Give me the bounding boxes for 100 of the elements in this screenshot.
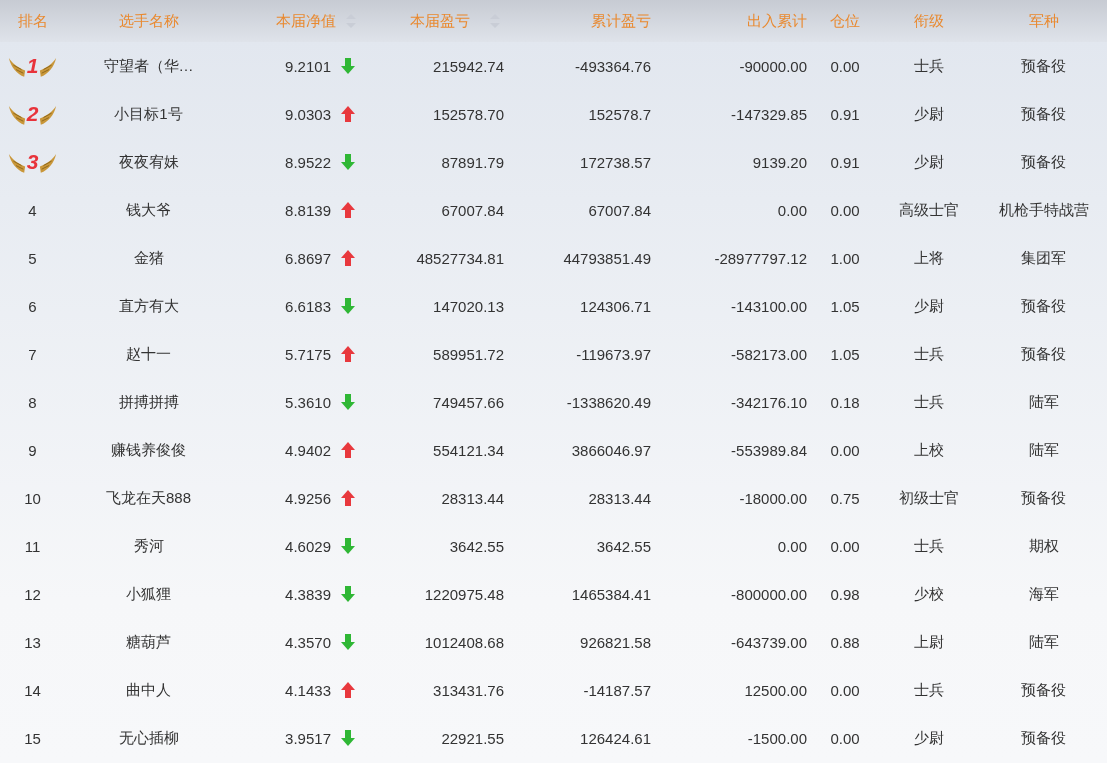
table-cell: 1.05	[830, 345, 860, 363]
table-cell: 1465384.41	[571, 585, 651, 603]
player-name[interactable]: 守望者（华…	[103, 56, 194, 76]
net-value: 6.6183	[285, 297, 331, 315]
table-cell: 554121.34	[433, 441, 504, 459]
player-name[interactable]: 无心插柳	[118, 728, 179, 748]
table-cell: -643739.00	[731, 633, 807, 651]
table-cell: 926821.58	[580, 633, 651, 651]
rank-number: 6	[28, 297, 37, 315]
table-cell: 0.75	[830, 489, 860, 507]
table-cell: -1500.00	[747, 729, 807, 747]
table-cell: 预备役	[1021, 728, 1066, 748]
table-cell: 士兵	[913, 680, 944, 700]
table-cell: 3642.55	[449, 537, 504, 555]
table-cell: 预备役	[1021, 104, 1066, 124]
table-cell: -493364.76	[575, 57, 651, 75]
player-name[interactable]: 直方有大	[118, 296, 179, 316]
net-value: 8.9522	[285, 153, 331, 171]
table-cell: 0.00	[830, 57, 860, 75]
table-cell: 0.00	[830, 729, 860, 747]
table-cell: 上尉	[913, 632, 944, 652]
table-cell: 28313.44	[441, 489, 504, 507]
table-cell: 44793851.49	[563, 249, 651, 267]
table-cell: 陆军	[1028, 392, 1059, 412]
table-cell: 126424.61	[580, 729, 651, 747]
table-cell: 152578.70	[433, 105, 504, 123]
table-cell: 期权	[1028, 536, 1059, 556]
table-cell: -18000.00	[739, 489, 807, 507]
table-cell: 少尉	[913, 728, 944, 748]
table-cell: -800000.00	[731, 585, 807, 603]
table-cell: 陆军	[1028, 632, 1059, 652]
net-value: 6.8697	[285, 249, 331, 267]
table-cell: 12500.00	[744, 681, 807, 699]
table-cell: 士兵	[913, 392, 944, 412]
net-value: 9.2101	[285, 57, 331, 75]
column-header: 选手名称	[118, 11, 179, 31]
player-name[interactable]: 赵十一	[126, 344, 171, 364]
player-name[interactable]: 小狐狸	[126, 584, 171, 604]
table-cell: 0.00	[830, 537, 860, 555]
rank-number: 1	[26, 54, 39, 78]
column-header: 仓位	[830, 11, 860, 31]
net-value: 9.0303	[285, 105, 331, 123]
rank-number: 9	[28, 441, 37, 459]
table-cell: 0.00	[830, 201, 860, 219]
rank-number: 13	[24, 633, 41, 651]
net-value: 4.3570	[285, 633, 331, 651]
table-cell: 初级士官	[898, 488, 959, 508]
table-cell: 28313.44	[588, 489, 651, 507]
player-name[interactable]: 夜夜宥妹	[118, 152, 179, 172]
table-cell: 67007.84	[588, 201, 651, 219]
table-cell: 0.91	[830, 153, 860, 171]
table-cell: 预备役	[1021, 152, 1066, 172]
table-cell: -143100.00	[731, 297, 807, 315]
table-cell: 9139.20	[752, 153, 807, 171]
table-cell: 预备役	[1021, 680, 1066, 700]
rank-number: 15	[24, 729, 41, 747]
net-value: 4.1433	[285, 681, 331, 699]
table-cell: 机枪手特战营	[998, 200, 1089, 220]
net-value: 4.9256	[285, 489, 331, 507]
rank-number: 14	[24, 681, 41, 699]
player-name[interactable]: 飞龙在天888	[106, 488, 191, 508]
table-cell: 589951.72	[433, 345, 504, 363]
rank-number: 8	[28, 393, 37, 411]
table-cell: 少尉	[913, 296, 944, 316]
table-cell: 陆军	[1028, 440, 1059, 460]
table-cell: 1.00	[830, 249, 860, 267]
table-cell: 87891.79	[441, 153, 504, 171]
table-cell: 0.00	[777, 537, 807, 555]
table-cell: 士兵	[913, 536, 944, 556]
table-cell: 高级士官	[898, 200, 959, 220]
table-cell: 67007.84	[441, 201, 504, 219]
table-cell: 0.18	[830, 393, 860, 411]
rank-number: 3	[26, 150, 39, 174]
column-header: 出入累计	[747, 11, 807, 31]
player-name[interactable]: 钱大爷	[126, 200, 171, 220]
player-name[interactable]: 小目标1号	[114, 104, 183, 124]
table-cell: 少尉	[913, 152, 944, 172]
player-name[interactable]: 金猪	[133, 248, 164, 268]
rank-number: 5	[28, 249, 37, 267]
table-cell: 1012408.68	[424, 633, 504, 651]
table-cell: -119673.97	[576, 345, 651, 363]
table-cell: 上校	[913, 440, 944, 460]
player-name[interactable]: 秀河	[133, 536, 164, 556]
table-cell: -553989.84	[731, 441, 807, 459]
rank-number: 4	[28, 201, 37, 219]
net-value: 4.9402	[285, 441, 331, 459]
player-name[interactable]: 糖葫芦	[126, 632, 171, 652]
player-name[interactable]: 拼搏拼搏	[118, 392, 179, 412]
table-cell: 0.91	[830, 105, 860, 123]
table-cell: 0.00	[777, 201, 807, 219]
column-header: 排名	[17, 11, 48, 31]
table-cell: 预备役	[1021, 488, 1066, 508]
table-cell: 152578.7	[588, 105, 651, 123]
column-header: 军种	[1028, 11, 1059, 31]
player-name[interactable]: 赚钱养俊俊	[111, 440, 186, 460]
table-cell: 少尉	[913, 104, 944, 124]
table-cell: 上将	[913, 248, 944, 268]
table-cell: 士兵	[913, 56, 944, 76]
rank-number: 10	[24, 489, 41, 507]
player-name[interactable]: 曲中人	[126, 680, 171, 700]
